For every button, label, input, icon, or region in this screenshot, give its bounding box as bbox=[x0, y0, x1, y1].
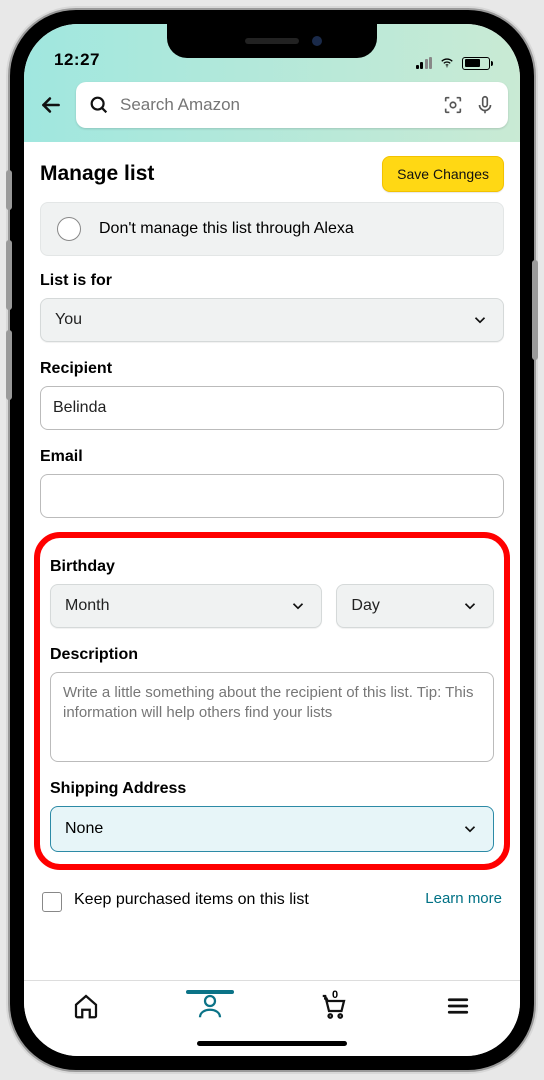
list-for-value: You bbox=[55, 311, 82, 329]
tab-menu[interactable] bbox=[428, 991, 488, 1021]
email-input[interactable] bbox=[40, 474, 504, 518]
app-header bbox=[24, 74, 520, 142]
recipient-input[interactable]: Belinda bbox=[40, 386, 504, 430]
chevron-down-icon bbox=[471, 311, 489, 329]
keep-items-checkbox[interactable] bbox=[42, 892, 62, 912]
page-title: Manage list bbox=[40, 162, 154, 186]
save-changes-button[interactable]: Save Changes bbox=[382, 156, 504, 192]
list-for-label: List is for bbox=[40, 272, 504, 290]
recipient-value: Belinda bbox=[53, 399, 106, 417]
chevron-down-icon bbox=[461, 820, 479, 838]
user-icon bbox=[195, 991, 225, 1021]
learn-more-link[interactable]: Learn more bbox=[425, 890, 502, 907]
side-button bbox=[6, 170, 12, 210]
volume-down-button bbox=[6, 330, 12, 400]
search-box[interactable] bbox=[76, 82, 508, 128]
tab-account[interactable] bbox=[180, 991, 240, 1021]
bottom-tab-bar: 0 bbox=[24, 980, 520, 1056]
recipient-label: Recipient bbox=[40, 360, 504, 378]
phone-frame: 12:27 Manage list Save Changes bbox=[10, 10, 534, 1070]
power-button bbox=[532, 260, 538, 360]
description-textarea[interactable]: Write a little something about the recip… bbox=[50, 672, 494, 762]
alexa-option-row[interactable]: Don't manage this list through Alexa bbox=[40, 202, 504, 256]
email-label: Email bbox=[40, 448, 504, 466]
microphone-icon[interactable] bbox=[474, 94, 496, 116]
search-icon bbox=[88, 94, 110, 116]
battery-icon bbox=[462, 57, 490, 70]
back-button[interactable] bbox=[36, 90, 66, 120]
home-icon bbox=[71, 991, 101, 1021]
volume-up-button bbox=[6, 240, 12, 310]
list-for-select[interactable]: You bbox=[40, 298, 504, 342]
home-indicator bbox=[197, 1041, 347, 1046]
birthday-month-value: Month bbox=[65, 597, 109, 615]
highlighted-section: Birthday Month Day Description Write a l… bbox=[34, 532, 510, 870]
arrow-left-icon bbox=[38, 92, 64, 118]
birthday-day-select[interactable]: Day bbox=[336, 584, 494, 628]
birthday-day-value: Day bbox=[351, 597, 379, 615]
description-label: Description bbox=[50, 646, 494, 664]
wifi-icon bbox=[438, 56, 456, 70]
keep-items-label: Keep purchased items on this list bbox=[74, 890, 309, 911]
chevron-down-icon bbox=[461, 597, 479, 615]
cart-count-badge: 0 bbox=[332, 989, 338, 1001]
radio-unchecked-icon[interactable] bbox=[57, 217, 81, 241]
search-input[interactable] bbox=[120, 95, 432, 115]
birthday-label: Birthday bbox=[50, 558, 494, 576]
chevron-down-icon bbox=[289, 597, 307, 615]
page-header: Manage list Save Changes bbox=[24, 142, 520, 202]
phone-notch bbox=[167, 24, 377, 58]
tab-cart[interactable]: 0 bbox=[304, 991, 364, 1021]
form-content: Don't manage this list through Alexa Lis… bbox=[24, 202, 520, 980]
active-tab-indicator bbox=[186, 990, 234, 994]
status-time: 12:27 bbox=[54, 50, 100, 70]
cell-signal-icon bbox=[416, 57, 433, 69]
shipping-address-select[interactable]: None bbox=[50, 806, 494, 852]
camera-scan-icon[interactable] bbox=[442, 94, 464, 116]
menu-icon bbox=[443, 991, 473, 1021]
birthday-month-select[interactable]: Month bbox=[50, 584, 322, 628]
alexa-option-label: Don't manage this list through Alexa bbox=[99, 220, 354, 238]
description-placeholder: Write a little something about the recip… bbox=[63, 684, 473, 721]
shipping-label: Shipping Address bbox=[50, 780, 494, 798]
keep-items-row: Keep purchased items on this list Learn … bbox=[40, 882, 504, 912]
shipping-value: None bbox=[65, 820, 103, 838]
tab-home[interactable] bbox=[56, 991, 116, 1021]
